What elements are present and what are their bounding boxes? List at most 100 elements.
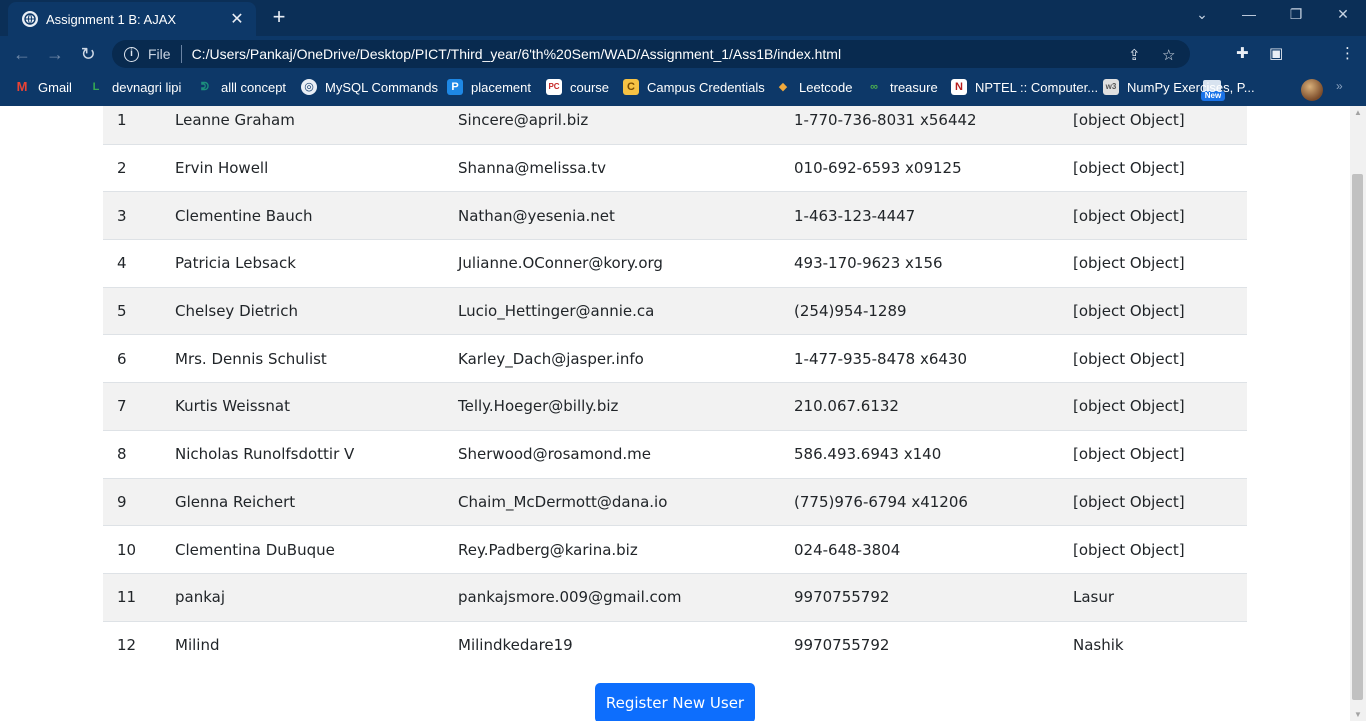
user-email-cell: Karley_Dach@jasper.info bbox=[446, 334, 782, 383]
bookmark-icon: P bbox=[447, 79, 463, 95]
scrollbar-thumb[interactable] bbox=[1352, 174, 1363, 700]
bookmark-alll-concept[interactable]: ᕲ alll concept bbox=[197, 79, 286, 95]
bookmark-nptel[interactable]: N NPTEL :: Computer... bbox=[951, 79, 1098, 95]
user-email-cell: Sherwood@rosamond.me bbox=[446, 429, 782, 478]
user-address-cell: [object Object] bbox=[1061, 239, 1247, 288]
user-id-cell: 12 bbox=[103, 620, 163, 669]
table-row: 1 Leanne Graham Sincere@april.biz 1-770-736… bbox=[103, 106, 1247, 145]
close-window-button[interactable]: ✕ bbox=[1332, 6, 1354, 23]
bookmark-icon: ∞ bbox=[870, 81, 878, 93]
minimize-button[interactable]: — bbox=[1238, 6, 1260, 22]
bookmark-course[interactable]: PC course bbox=[546, 79, 609, 95]
restore-button[interactable]: ❐ bbox=[1285, 6, 1307, 23]
user-name-cell: Clementina DuBuque bbox=[163, 525, 446, 574]
user-id-cell: 10 bbox=[103, 525, 163, 574]
bookmark-placement[interactable]: P placement bbox=[447, 79, 531, 95]
side-panel-icon[interactable]: ▣ bbox=[1269, 44, 1283, 64]
scroll-up-icon[interactable]: ▲ bbox=[1354, 108, 1362, 117]
url-divider bbox=[180, 45, 182, 63]
bookmark-campus-credentials[interactable]: C Campus Credentials bbox=[623, 79, 765, 95]
browser-chrome: Assignment 1 B: AJAX ✕ + ⌄ — ❐ ✕ ← → ↻ i… bbox=[0, 0, 1366, 106]
back-button[interactable]: ← bbox=[12, 44, 32, 64]
globe-icon: ◎ bbox=[301, 79, 317, 95]
users-table-body: 1 Leanne Graham Sincere@april.biz 1-770-736… bbox=[103, 106, 1247, 669]
table-row: 10 Clementina DuBuque Rey.Padberg@karina.b… bbox=[103, 525, 1247, 574]
info-icon[interactable]: i bbox=[124, 46, 139, 62]
user-phone-cell: 493-170-9623 x156 bbox=[782, 239, 1061, 288]
user-email-cell: Telly.Hoeger@billy.biz bbox=[446, 382, 782, 431]
register-new-user-button[interactable]: Register New User bbox=[595, 683, 755, 721]
close-icon[interactable]: ✕ bbox=[228, 9, 246, 29]
table-row: 7 Kurtis Weissnat Telly.Hoeger@billy.biz 21… bbox=[103, 382, 1247, 431]
user-name-cell: Milind bbox=[163, 620, 446, 669]
address-bar[interactable]: i File C:/Users/Pankaj/OneDrive/Desktop/… bbox=[112, 40, 1190, 68]
table-row: 8 Nicholas Runolfsdottir V Sherwood@rosamo… bbox=[103, 429, 1247, 478]
reload-button[interactable]: ↻ bbox=[78, 44, 98, 64]
bookmark-mysql[interactable]: ◎ MySQL Commands bbox=[301, 79, 438, 95]
user-address-cell: [object Object] bbox=[1061, 286, 1247, 335]
forward-button[interactable]: → bbox=[45, 44, 65, 64]
bookmark-treasure[interactable]: ∞ treasure bbox=[866, 79, 938, 95]
user-email-cell: Milindkedare19 bbox=[446, 620, 782, 669]
bookmark-label: treasure bbox=[890, 79, 938, 95]
bookmark-label: alll concept bbox=[221, 79, 287, 95]
user-address-cell: Lasur bbox=[1061, 572, 1247, 622]
gmail-icon: M bbox=[16, 79, 28, 94]
bookmarks-bar: M Gmail L devnagri lipi ᕲ alll concept ◎… bbox=[0, 74, 1366, 100]
bookmark-icon: ᕲ bbox=[200, 81, 210, 93]
table-row: 2 Ervin Howell Shanna@melissa.tv 010-692-65… bbox=[103, 143, 1247, 192]
scroll-down-icon[interactable]: ▼ bbox=[1354, 710, 1362, 719]
bookmark-devnagri[interactable]: L devnagri lipi bbox=[88, 79, 182, 95]
user-name-cell: Chelsey Dietrich bbox=[163, 286, 446, 335]
user-id-cell: 6 bbox=[103, 334, 163, 383]
table-row: 12 Milind Milindkedare19 9970755792 Nashik bbox=[103, 620, 1247, 669]
user-email-cell: pankajsmore.009@gmail.com bbox=[446, 572, 782, 622]
user-phone-cell: 210.067.6132 bbox=[782, 382, 1061, 431]
user-phone-cell: 9970755792 bbox=[782, 572, 1061, 622]
star-icon[interactable]: ☆ bbox=[1162, 46, 1175, 64]
vertical-scrollbar[interactable]: ▲ ▼ bbox=[1350, 106, 1366, 721]
tab-assignment[interactable]: Assignment 1 B: AJAX ✕ bbox=[8, 2, 256, 36]
share-icon[interactable]: ⇪ bbox=[1128, 46, 1141, 64]
globe-icon bbox=[22, 11, 38, 27]
url-text[interactable]: C:/Users/Pankaj/OneDrive/Desktop/PICT/Th… bbox=[192, 46, 842, 62]
bookmark-icon: C bbox=[623, 79, 639, 95]
new-tab-button[interactable]: + bbox=[268, 6, 290, 28]
user-id-cell: 3 bbox=[103, 191, 163, 240]
bookmark-icon: PC bbox=[546, 79, 562, 95]
bookmark-label: course bbox=[570, 79, 610, 95]
user-name-cell: pankaj bbox=[163, 572, 446, 622]
user-phone-cell: 010-692-6593 x09125 bbox=[782, 143, 1061, 192]
tab-title: Assignment 1 B: AJAX bbox=[46, 11, 177, 27]
user-id-cell: 1 bbox=[103, 106, 163, 145]
table-row: 4 Patricia Lebsack Julianne.OConner@kory.o… bbox=[103, 239, 1247, 288]
user-email-cell: Chaim_McDermott@dana.io bbox=[446, 477, 782, 526]
chevron-down-icon[interactable]: ⌄ bbox=[1191, 6, 1213, 23]
user-id-cell: 4 bbox=[103, 239, 163, 288]
bookmark-label: Campus Credentials bbox=[647, 79, 765, 95]
bookmark-label: Gmail bbox=[38, 79, 72, 95]
tab-strip: Assignment 1 B: AJAX ✕ + ⌄ — ❐ ✕ bbox=[0, 0, 1366, 36]
user-id-cell: 9 bbox=[103, 477, 163, 526]
user-phone-cell: (254)954-1289 bbox=[782, 286, 1061, 335]
menu-icon[interactable]: ⋮ bbox=[1340, 44, 1355, 64]
bookmark-gmail[interactable]: M Gmail bbox=[14, 79, 72, 95]
user-id-cell: 11 bbox=[103, 572, 163, 622]
user-address-cell: Nashik bbox=[1061, 620, 1247, 669]
user-phone-cell: 024-648-3804 bbox=[782, 525, 1061, 574]
user-email-cell: Julianne.OConner@kory.org bbox=[446, 239, 782, 288]
bookmark-leetcode[interactable]: ◆ Leetcode bbox=[775, 79, 853, 95]
bookmark-label: NumPy Exercises, P... bbox=[1127, 79, 1255, 95]
bookmark-label: placement bbox=[471, 79, 531, 95]
puzzle-icon[interactable]: ✚ bbox=[1236, 44, 1249, 64]
user-phone-cell: 1-463-123-4447 bbox=[782, 191, 1061, 240]
table-row: 6 Mrs. Dennis Schulist Karley_Dach@jasper.… bbox=[103, 334, 1247, 383]
user-address-cell: [object Object] bbox=[1061, 429, 1247, 478]
bookmark-label: MySQL Commands bbox=[325, 79, 438, 95]
user-address-cell: [object Object] bbox=[1061, 106, 1247, 145]
table-row: 11 pankaj pankajsmore.009@gmail.com 9970755… bbox=[103, 572, 1247, 622]
chevron-right-icon[interactable]: » bbox=[1336, 79, 1343, 93]
user-id-cell: 8 bbox=[103, 429, 163, 478]
bookmark-numpy[interactable]: w3 NumPy Exercises, P... bbox=[1103, 79, 1255, 95]
user-name-cell: Leanne Graham bbox=[163, 106, 446, 145]
